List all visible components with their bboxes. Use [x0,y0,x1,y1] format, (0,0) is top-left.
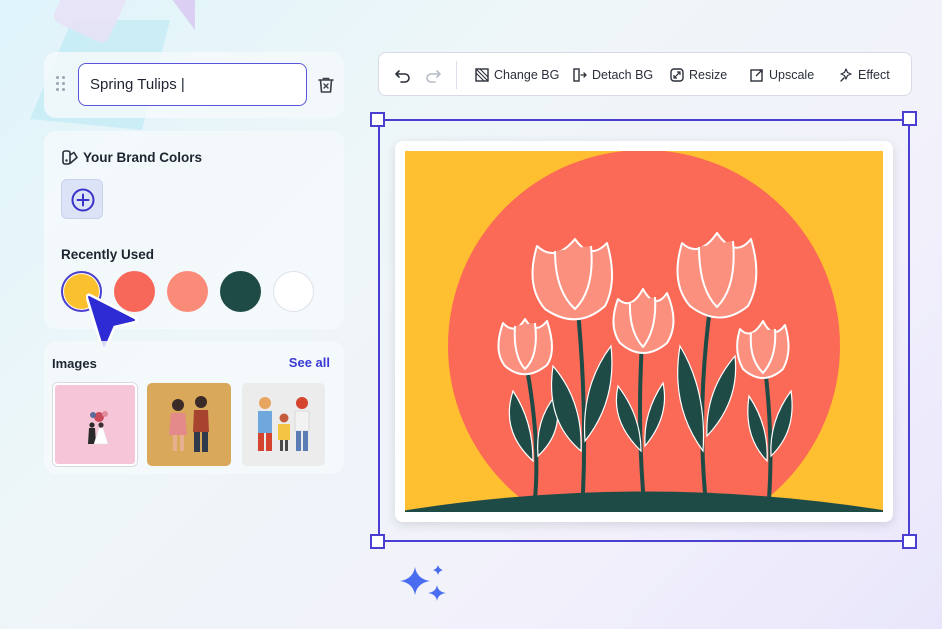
resize-icon [670,68,684,82]
images-title: Images [52,356,97,371]
resize-handle-bottom-right[interactable] [902,534,917,549]
drag-handle-icon[interactable] [56,76,68,94]
color-swatch[interactable] [220,271,261,312]
undo-icon[interactable] [394,66,412,84]
resize-handle-top-left[interactable] [370,112,385,127]
palette-icon [62,150,78,165]
upscale-label: Upscale [769,68,815,82]
magic-wand-icon [840,68,852,82]
add-brand-color-button[interactable] [61,179,103,219]
color-swatch[interactable] [273,271,314,312]
sparkle-icon [400,565,446,601]
toolbar-divider [456,61,457,89]
images-panel: Images See all [44,341,344,474]
effect-label: Effect [858,68,890,82]
image-thumbnail-couple[interactable] [147,383,231,466]
resize-label: Resize [689,68,728,82]
change-bg-button[interactable]: Change BG [475,65,559,85]
image-thumbnail-wedding[interactable] [53,383,137,466]
effect-button[interactable]: Effect [839,65,890,85]
selection-frame [378,119,910,542]
upscale-button[interactable]: Upscale [750,65,814,85]
plus-circle-icon [71,188,95,212]
redo-icon[interactable] [424,66,442,84]
trash-icon[interactable] [315,74,337,96]
upscale-icon [750,69,763,82]
resize-button[interactable]: Resize [670,65,727,85]
change-background-icon [475,68,489,82]
design-name-panel: Spring Tulips | [44,52,344,118]
detach-background-icon [573,68,587,82]
detach-bg-label: Detach BG [592,68,654,82]
color-swatch[interactable] [167,271,208,312]
see-all-link[interactable]: See all [289,355,330,370]
detach-bg-button[interactable]: Detach BG [573,65,653,85]
image-toolbar: Change BG Detach BG Resize Upscale Effec… [378,52,912,96]
recently-used-title: Recently Used [61,247,155,262]
image-thumbnail-family[interactable] [242,383,325,466]
resize-handle-top-right[interactable] [902,111,917,126]
change-bg-label: Change BG [494,68,560,82]
design-name-input[interactable]: Spring Tulips | [78,63,307,106]
brand-colors-title: Your Brand Colors [83,150,203,165]
resize-handle-bottom-left[interactable] [370,534,385,549]
